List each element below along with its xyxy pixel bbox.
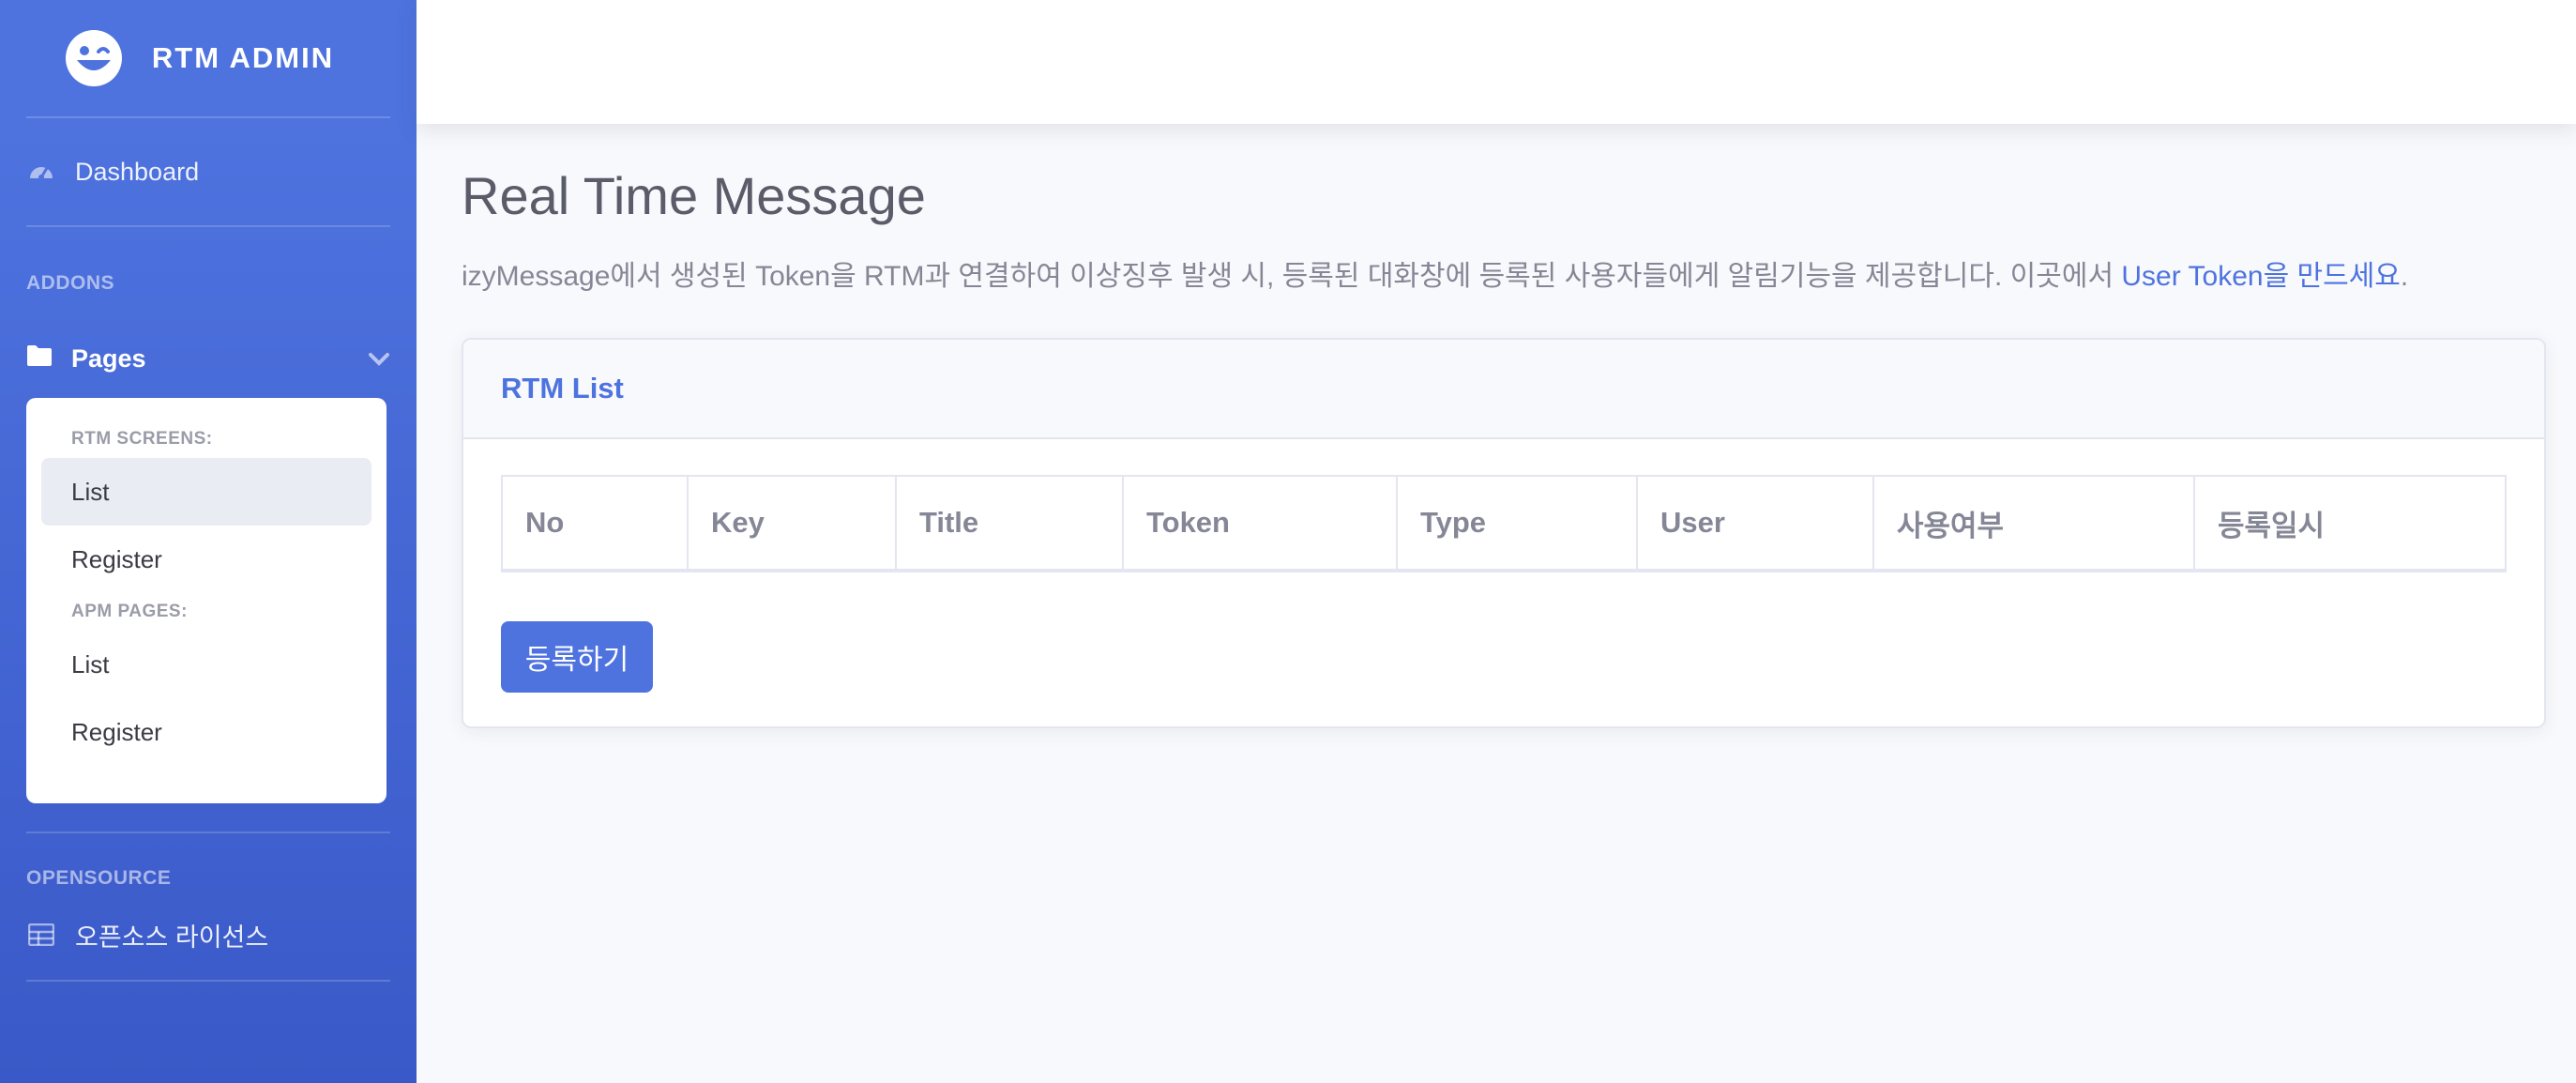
pages-collapse-menu: RTM SCREENS: List Register APM PAGES: Li…: [26, 398, 386, 803]
collapse-item-rtm-register[interactable]: Register: [41, 526, 371, 593]
collapse-header-apm: APM PAGES:: [71, 602, 188, 621]
table-icon: [26, 920, 56, 950]
collapse-item-rtm-list[interactable]: List: [41, 458, 371, 526]
laugh-wink-icon: [65, 30, 122, 86]
page-description: izyMessage에서 생성된 Token을 RTM과 연결하여 이상징후 발…: [462, 252, 2546, 294]
folder-icon: [26, 344, 53, 374]
card-title: RTM List: [463, 340, 2544, 439]
sidebar-item-pages[interactable]: Pages: [0, 332, 417, 385]
sidebar-item-label: 오픈소스 라이선스: [75, 923, 269, 952]
sidebar: RTM ADMIN Dashboard ADDONS Pages RTM SCR…: [0, 0, 417, 1083]
brand-name: RTM ADMIN: [151, 41, 335, 74]
column-header-key[interactable]: Key: [687, 475, 897, 572]
collapse-header-rtm: RTM SCREENS:: [71, 429, 213, 449]
column-header-no[interactable]: No: [501, 475, 689, 572]
rtm-list-card: RTM List No Key Title Token Type User 사용…: [462, 338, 2546, 728]
description-text: izyMessage에서 생성된 Token을 RTM과 연결하여 이상징후 발…: [462, 261, 2122, 292]
page-title: Real Time Message: [462, 166, 926, 225]
column-header-user[interactable]: User: [1636, 475, 1874, 572]
sidebar-heading-opensource: OPENSOURCE: [26, 867, 172, 889]
sidebar-brand[interactable]: RTM ADMIN: [0, 0, 417, 116]
sidebar-divider: [26, 980, 390, 982]
description-end: .: [2400, 261, 2409, 292]
sidebar-heading-addons: ADDONS: [26, 272, 115, 294]
main-content: Real Time Message izyMessage에서 생성된 Token…: [462, 165, 2546, 294]
column-header-token[interactable]: Token: [1122, 475, 1398, 572]
rtm-table: No Key Title Token Type User 사용여부 등록일시: [501, 475, 2507, 572]
sidebar-item-dashboard[interactable]: Dashboard: [0, 118, 417, 225]
column-header-type[interactable]: Type: [1396, 475, 1638, 572]
tachometer-icon: [26, 157, 56, 187]
sidebar-item-license[interactable]: 오픈소스 라이선스: [0, 890, 417, 980]
table-header-row: No Key Title Token Type User 사용여부 등록일시: [501, 475, 2507, 572]
chevron-down-icon: [368, 344, 390, 374]
collapse-item-apm-list[interactable]: List: [41, 631, 371, 698]
collapse-item-apm-register[interactable]: Register: [41, 698, 371, 766]
sidebar-item-label: Dashboard: [75, 157, 200, 186]
sidebar-item-label: Pages: [71, 343, 146, 373]
user-token-link[interactable]: User Token을 만드세요: [2121, 261, 2401, 292]
column-header-title[interactable]: Title: [895, 475, 1124, 572]
column-header-usage[interactable]: 사용여부: [1872, 475, 2195, 572]
register-button[interactable]: 등록하기: [501, 621, 653, 693]
topbar: [417, 0, 2576, 124]
column-header-registered-at[interactable]: 등록일시: [2193, 475, 2507, 572]
